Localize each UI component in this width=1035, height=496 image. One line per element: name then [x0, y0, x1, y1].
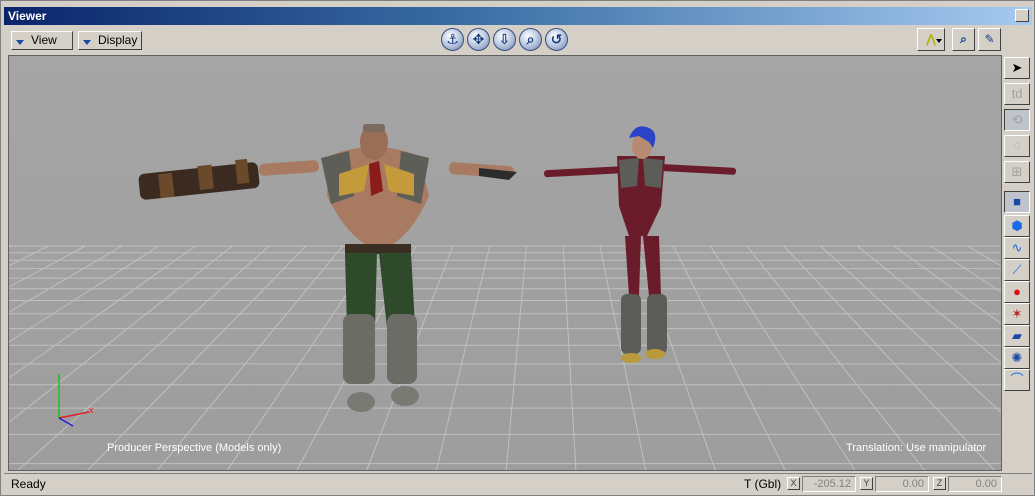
zoom-icon[interactable]: ⌕: [519, 28, 542, 51]
camera-label: Producer Perspective (Models only): [107, 442, 282, 454]
curve-draw-icon[interactable]: ∿: [1004, 237, 1030, 259]
rotate-view-icon[interactable]: ↺: [545, 28, 568, 51]
null-icon[interactable]: ✶: [1004, 303, 1030, 325]
text-tool-icon[interactable]: td: [1004, 83, 1030, 105]
viewport-scene: x: [9, 56, 1001, 470]
rotate-tool-icon[interactable]: ⟲: [1004, 109, 1030, 131]
display-menu-label: Display: [98, 33, 138, 47]
z-coordinate-field[interactable]: 0.00: [948, 476, 1002, 492]
curve-icon[interactable]: ⋀: [917, 28, 945, 51]
object-select-icon[interactable]: ■: [1004, 191, 1030, 213]
dropdown-arrow-icon: [83, 40, 91, 45]
x-coordinate-field[interactable]: -205.12: [802, 476, 856, 492]
pen-icon[interactable]: ✎: [978, 28, 1001, 51]
status-bar: Ready T (Gbl) X -205.12 Y 0.00 Z 0.00: [4, 473, 1032, 494]
status-text: Ready: [11, 477, 46, 491]
circle-tool-icon[interactable]: ◌: [1004, 135, 1030, 157]
z-coordinate-tag[interactable]: Z: [933, 477, 946, 490]
title-bar: Viewer: [4, 7, 1032, 25]
pan-icon[interactable]: ✥: [467, 28, 490, 51]
line-draw-icon[interactable]: ⟋: [1004, 259, 1030, 281]
coordinate-mode-label: T (Gbl): [744, 477, 782, 491]
side-toolbar: ➤ td ⟲ ◌ ⊞ ■ ⬢ ∿ ⟋ ● ✶ ▰ ✺ ⌒: [1004, 55, 1032, 391]
dropdown-arrow-icon: [936, 39, 942, 43]
camera-icon[interactable]: ▰: [1004, 325, 1030, 347]
bend-icon[interactable]: ⌒: [1004, 369, 1030, 391]
display-menu-button[interactable]: Display: [78, 31, 142, 50]
y-coordinate-field[interactable]: 0.00: [875, 476, 929, 492]
viewer-window: Viewer View Display ⚓ ✥ ⇩ ⌕ ↺ ⋀ ⌕ ✎ x Pr…: [0, 0, 1035, 496]
x-coordinate-tag[interactable]: X: [787, 477, 800, 490]
close-button[interactable]: [1015, 9, 1029, 22]
record-icon[interactable]: ●: [1004, 281, 1030, 303]
light-icon[interactable]: ✺: [1004, 347, 1030, 369]
3d-viewport[interactable]: x Producer Perspective (Models only) Tra…: [8, 55, 1002, 471]
orbit-icon[interactable]: ⚓: [441, 28, 464, 51]
top-toolbar: View Display ⚓ ✥ ⇩ ⌕ ↺ ⋀ ⌕ ✎: [4, 27, 1032, 55]
dropdown-arrow-icon: [16, 40, 24, 45]
x-axis-label: x: [89, 405, 94, 415]
window-title: Viewer: [8, 9, 47, 23]
cube-icon[interactable]: ⬢: [1004, 215, 1030, 237]
viewport-background: [9, 56, 1001, 470]
mode-label: Translation: Use manipulator: [846, 442, 987, 454]
scale-tool-icon[interactable]: ⊞: [1004, 161, 1030, 183]
zoom-2d-icon[interactable]: ⌕: [952, 28, 975, 51]
y-coordinate-tag[interactable]: Y: [860, 477, 873, 490]
dolly-icon[interactable]: ⇩: [493, 28, 516, 51]
select-arrow-icon[interactable]: ➤: [1004, 57, 1030, 79]
view-menu-label: View: [31, 33, 57, 47]
view-menu-button[interactable]: View: [11, 31, 73, 50]
